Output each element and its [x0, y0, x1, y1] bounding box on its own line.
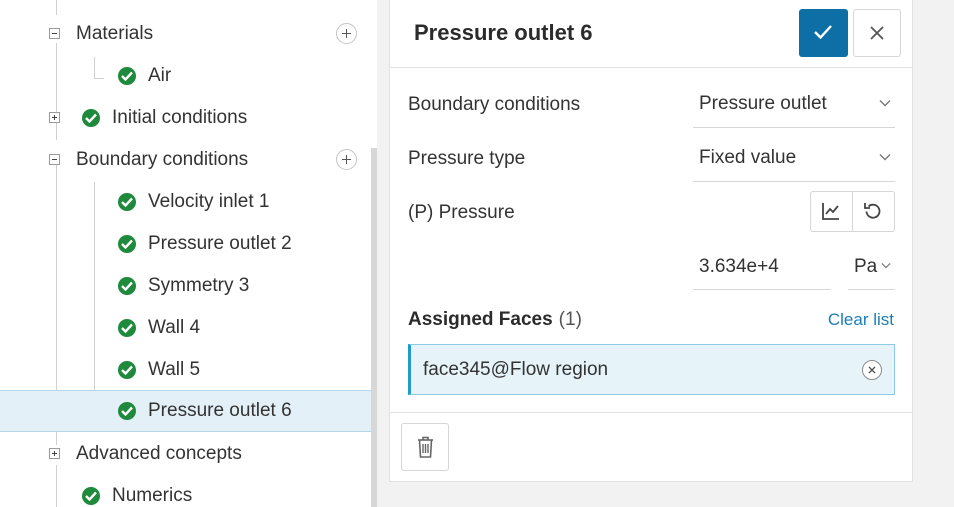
collapse-icon[interactable]: [49, 28, 60, 39]
simulation-tree: Materials Air Initial conditions Boundar…: [0, 0, 377, 507]
delete-button[interactable]: [401, 423, 449, 471]
pressure-value: 3.634e+4: [699, 255, 779, 277]
face-name: face345@Flow region: [423, 358, 609, 380]
select-value: Pressure outlet: [699, 92, 827, 114]
chevron-down-icon: [879, 154, 891, 161]
pressure-type-label: Pressure type: [408, 148, 526, 169]
clear-list-link[interactable]: Clear list: [828, 310, 894, 330]
select-value: Fixed value: [699, 147, 797, 168]
panel-footer-divider: [390, 412, 912, 413]
expand-icon[interactable]: [49, 448, 60, 459]
add-boundary-condition-button[interactable]: [336, 149, 357, 170]
chevron-down-icon: [881, 262, 891, 268]
chevron-down-icon: [879, 99, 891, 106]
remove-icon: [868, 366, 876, 373]
boundary-condition-panel: Pressure outlet 6 Boundary conditions Pr…: [389, 0, 913, 482]
tree-item-label: Pressure outlet 6: [148, 400, 292, 421]
confirm-button[interactable]: [799, 9, 848, 57]
tree-item-label: Symmetry 3: [148, 275, 250, 296]
remove-face-button[interactable]: [862, 359, 882, 380]
close-icon: [870, 26, 884, 40]
check-circle-icon: [82, 487, 100, 505]
tree-item-advanced-concepts[interactable]: Advanced concepts: [0, 433, 371, 475]
tree-item-numerics[interactable]: Numerics: [0, 475, 371, 507]
tree-item-label: Pressure outlet 2: [148, 233, 292, 254]
assigned-face-item[interactable]: face345@Flow region: [408, 344, 895, 395]
assigned-faces-heading: Assigned Faces: [408, 309, 553, 330]
chart-button[interactable]: [811, 192, 852, 231]
tree-item-boundary-conditions[interactable]: Boundary conditions: [0, 139, 371, 181]
tree-item-label: Boundary conditions: [76, 149, 249, 170]
tree-item-pressure-outlet-6[interactable]: Pressure outlet 6: [0, 390, 371, 432]
pressure-unit-select[interactable]: Pa: [848, 244, 895, 290]
tree-item-label: Initial conditions: [112, 107, 248, 128]
tree-item-symmetry-3[interactable]: Symmetry 3: [0, 265, 371, 307]
tree-item-materials[interactable]: Materials: [0, 13, 371, 55]
expand-icon[interactable]: [49, 112, 60, 123]
select-value: Pa: [854, 255, 878, 277]
pressure-actions: [810, 191, 895, 232]
check-circle-icon: [118, 67, 136, 85]
pressure-label: (P) Pressure: [408, 202, 515, 223]
tree-item-label: Advanced concepts: [76, 443, 242, 464]
panel-title: Pressure outlet 6: [414, 20, 593, 45]
tree-item-label: Materials: [76, 23, 154, 44]
tree-item-initial-conditions[interactable]: Initial conditions: [0, 97, 371, 139]
check-circle-icon: [118, 361, 136, 379]
boundary-conditions-label: Boundary conditions: [408, 94, 581, 115]
collapse-icon[interactable]: [49, 154, 60, 165]
check-icon: [814, 25, 832, 40]
assigned-faces-count: (1): [558, 309, 582, 330]
check-circle-icon: [118, 235, 136, 253]
add-material-button[interactable]: [336, 23, 357, 44]
tree-item-label: Numerics: [112, 485, 193, 506]
check-circle-icon: [118, 402, 136, 420]
reset-icon: [864, 203, 881, 219]
tree-scrollbar[interactable]: [371, 148, 377, 507]
chart-icon: [822, 203, 839, 220]
tree-item-label: Wall 4: [148, 317, 201, 338]
tree-item-wall-5[interactable]: Wall 5: [0, 349, 371, 391]
check-circle-icon: [118, 277, 136, 295]
check-circle-icon: [118, 319, 136, 337]
boundary-conditions-select[interactable]: Pressure outlet: [693, 80, 895, 128]
tree-item-air[interactable]: Air: [0, 55, 371, 97]
reset-button[interactable]: [853, 192, 894, 231]
trash-icon: [418, 436, 433, 458]
check-circle-icon: [82, 109, 100, 127]
assigned-faces-title: Assigned Faces (1): [408, 309, 582, 331]
tree-item-label: Velocity inlet 1: [148, 191, 270, 212]
tree-item-wall-4[interactable]: Wall 4: [0, 307, 371, 349]
panel-header: Pressure outlet 6: [390, 0, 912, 68]
tree-item-label: Wall 5: [148, 359, 201, 380]
check-circle-icon: [118, 193, 136, 211]
pressure-value-input[interactable]: 3.634e+4: [693, 244, 831, 290]
close-button[interactable]: [853, 9, 901, 57]
tree-item-velocity-inlet-1[interactable]: Velocity inlet 1: [0, 181, 371, 223]
tree-item-label: Air: [148, 65, 172, 86]
tree-item-pressure-outlet-2[interactable]: Pressure outlet 2: [0, 223, 371, 265]
pressure-type-select[interactable]: Fixed value: [693, 135, 895, 182]
